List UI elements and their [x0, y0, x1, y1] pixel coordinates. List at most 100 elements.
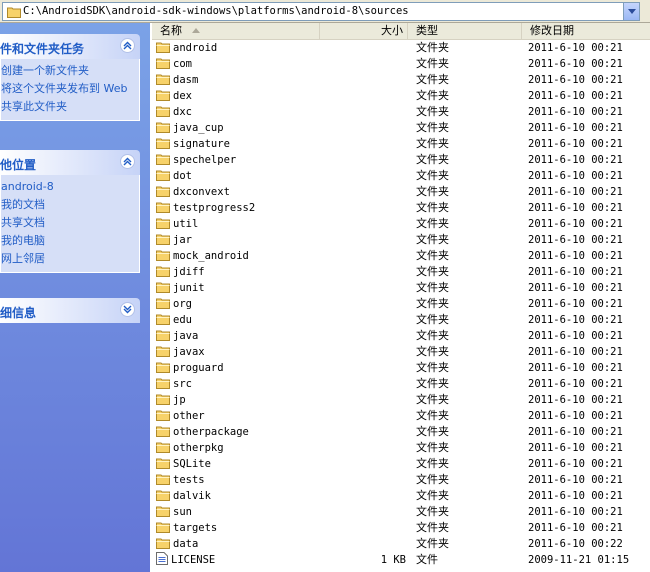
file-size: 1 KB	[380, 554, 406, 566]
file-date: 2011-6-10 00:21	[528, 266, 623, 278]
collapse-icon[interactable]	[120, 154, 135, 169]
other-places-title: 他位置	[0, 158, 37, 172]
details-panel: 细信息	[0, 298, 140, 323]
file-name: jp	[173, 394, 186, 406]
place-my-documents[interactable]: 我的文档	[1, 196, 139, 214]
file-type: 文件	[416, 553, 438, 566]
file-row[interactable]: dex 文件夹 2011-6-10 00:21	[152, 88, 650, 104]
file-row[interactable]: util 文件夹 2011-6-10 00:21	[152, 216, 650, 232]
file-row[interactable]: signature 文件夹 2011-6-10 00:21	[152, 136, 650, 152]
file-row[interactable]: dasm 文件夹 2011-6-10 00:21	[152, 72, 650, 88]
collapse-icon[interactable]	[120, 38, 135, 53]
task-share-folder[interactable]: 共享此文件夹	[1, 98, 139, 116]
address-dropdown-button[interactable]	[623, 3, 639, 20]
file-name: edu	[173, 314, 192, 326]
file-row[interactable]: com 文件夹 2011-6-10 00:21	[152, 56, 650, 72]
place-my-computer[interactable]: 我的电脑	[1, 232, 139, 250]
file-row[interactable]: mock_android 文件夹 2011-6-10 00:21	[152, 248, 650, 264]
file-row[interactable]: otherpkg 文件夹 2011-6-10 00:21	[152, 440, 650, 456]
address-bar: C:\AndroidSDK\android-sdk-windows\platfo…	[0, 0, 650, 23]
file-row[interactable]: other 文件夹 2011-6-10 00:21	[152, 408, 650, 424]
other-places-header[interactable]: 他位置	[0, 150, 140, 175]
file-name: testprogress2	[173, 202, 256, 214]
file-row[interactable]: junit 文件夹 2011-6-10 00:21	[152, 280, 650, 296]
file-tasks-header[interactable]: 件和文件夹任务	[0, 34, 140, 59]
column-size[interactable]: 大小	[320, 23, 408, 39]
file-date: 2011-6-10 00:21	[528, 330, 623, 342]
file-name: tests	[173, 474, 205, 486]
file-type: 文件夹	[416, 265, 449, 278]
file-type: 文件夹	[416, 57, 449, 70]
file-name: dasm	[173, 74, 199, 86]
column-name[interactable]: 名称	[152, 23, 320, 39]
address-input[interactable]: C:\AndroidSDK\android-sdk-windows\platfo…	[2, 2, 640, 21]
file-row[interactable]: edu 文件夹 2011-6-10 00:21	[152, 312, 650, 328]
details-header[interactable]: 细信息	[0, 298, 140, 323]
file-row[interactable]: android 文件夹 2011-6-10 00:21	[152, 40, 650, 56]
file-row[interactable]: dalvik 文件夹 2011-6-10 00:21	[152, 488, 650, 504]
file-row[interactable]: java_cup 文件夹 2011-6-10 00:21	[152, 120, 650, 136]
file-type: 文件夹	[416, 457, 449, 470]
file-date: 2011-6-10 00:21	[528, 90, 623, 102]
file-row[interactable]: spechelper 文件夹 2011-6-10 00:21	[152, 152, 650, 168]
file-type: 文件夹	[416, 393, 449, 406]
file-type: 文件夹	[416, 377, 449, 390]
other-places-panel: 他位置 android-8 我的文档 共享文档 我的电脑 网上邻居	[0, 150, 140, 273]
task-publish-web[interactable]: 将这个文件夹发布到 Web	[1, 80, 139, 98]
file-row[interactable]: sun 文件夹 2011-6-10 00:21	[152, 504, 650, 520]
file-row[interactable]: data 文件夹 2011-6-10 00:22	[152, 536, 650, 552]
file-type: 文件夹	[416, 361, 449, 374]
task-new-folder[interactable]: 创建一个新文件夹	[1, 62, 139, 80]
file-row[interactable]: src 文件夹 2011-6-10 00:21	[152, 376, 650, 392]
file-tasks-body: 创建一个新文件夹 将这个文件夹发布到 Web 共享此文件夹	[0, 59, 140, 121]
file-name: org	[173, 298, 192, 310]
column-name-label: 名称	[160, 24, 182, 37]
file-row[interactable]: dxc 文件夹 2011-6-10 00:21	[152, 104, 650, 120]
file-name: dex	[173, 90, 192, 102]
place-android-8[interactable]: android-8	[1, 178, 139, 196]
file-row[interactable]: jdiff 文件夹 2011-6-10 00:21	[152, 264, 650, 280]
file-date: 2011-6-10 00:21	[528, 410, 623, 422]
file-row[interactable]: testprogress2 文件夹 2011-6-10 00:21	[152, 200, 650, 216]
file-date: 2011-6-10 00:21	[528, 362, 623, 374]
file-row[interactable]: targets 文件夹 2011-6-10 00:21	[152, 520, 650, 536]
place-network[interactable]: 网上邻居	[1, 250, 139, 268]
file-row[interactable]: otherpackage 文件夹 2011-6-10 00:21	[152, 424, 650, 440]
file-type: 文件夹	[416, 41, 449, 54]
column-date-label: 修改日期	[530, 24, 574, 37]
file-date: 2011-6-10 00:21	[528, 474, 623, 486]
expand-icon[interactable]	[120, 302, 135, 317]
file-date: 2011-6-10 00:21	[528, 58, 623, 70]
column-date[interactable]: 修改日期	[522, 23, 650, 39]
file-type: 文件夹	[416, 185, 449, 198]
file-date: 2011-6-10 00:21	[528, 234, 623, 246]
column-type[interactable]: 类型	[408, 23, 522, 39]
file-type: 文件夹	[416, 505, 449, 518]
file-row[interactable]: SQLite 文件夹 2011-6-10 00:21	[152, 456, 650, 472]
file-type: 文件夹	[416, 345, 449, 358]
file-row[interactable]: dxconvext 文件夹 2011-6-10 00:21	[152, 184, 650, 200]
file-name: LICENSE	[171, 554, 216, 566]
sort-ascending-icon	[192, 28, 200, 33]
file-date: 2011-6-10 00:21	[528, 346, 623, 358]
file-row[interactable]: proguard 文件夹 2011-6-10 00:21	[152, 360, 650, 376]
file-row[interactable]: LICENSE 1 KB 文件 2009-11-21 01:15	[152, 552, 650, 568]
file-row[interactable]: javax 文件夹 2011-6-10 00:21	[152, 344, 650, 360]
file-date: 2011-6-10 00:21	[528, 218, 623, 230]
file-date: 2011-6-10 00:21	[528, 138, 623, 150]
file-type: 文件夹	[416, 297, 449, 310]
file-row[interactable]: java 文件夹 2011-6-10 00:21	[152, 328, 650, 344]
file-name: SQLite	[173, 458, 211, 470]
file-row[interactable]: dot 文件夹 2011-6-10 00:21	[152, 168, 650, 184]
file-row[interactable]: jar 文件夹 2011-6-10 00:21	[152, 232, 650, 248]
file-date: 2011-6-10 00:21	[528, 426, 623, 438]
file-row[interactable]: org 文件夹 2011-6-10 00:21	[152, 296, 650, 312]
file-date: 2011-6-10 00:21	[528, 42, 623, 54]
file-row[interactable]: jp 文件夹 2011-6-10 00:21	[152, 392, 650, 408]
file-date: 2011-6-10 00:21	[528, 490, 623, 502]
file-date: 2011-6-10 00:21	[528, 186, 623, 198]
place-shared-documents[interactable]: 共享文档	[1, 214, 139, 232]
file-row[interactable]: tests 文件夹 2011-6-10 00:21	[152, 472, 650, 488]
file-type: 文件夹	[416, 201, 449, 214]
file-name: mock_android	[173, 250, 249, 262]
